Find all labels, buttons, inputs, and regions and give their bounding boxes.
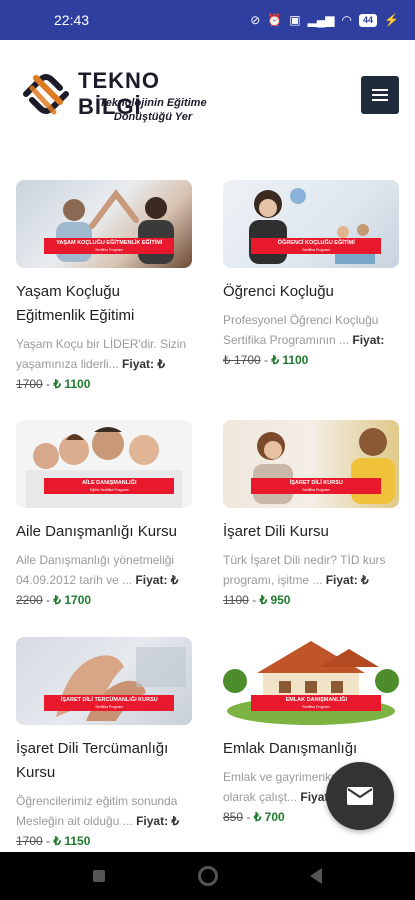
course-price: 1100 - ₺ 950: [223, 593, 291, 607]
course-image[interactable]: YAŞAM KOÇLUĞU EĞİTMENLİK EĞİTİMİ Sertifik…: [16, 180, 192, 268]
course-description: Yaşam Koçu bir LİDER'dir. Sizin yaşamını…: [16, 337, 187, 371]
old-price: ₺ 1700: [223, 353, 261, 367]
system-nav-bar: [0, 852, 415, 900]
course-banner: YAŞAM KOÇLUĞU EĞİTMENLİK EĞİTİMİ Sertifik…: [44, 238, 175, 254]
status-bar: 22:43 ⊘ ⏰ ▣ ▂▄▆ ◠ 44 ⚡: [0, 0, 415, 40]
recents-icon[interactable]: [92, 870, 105, 882]
course-card[interactable]: ÖĞRENCİ KOÇLUĞU EĞİTİMİ Sertifika Program…: [223, 180, 399, 370]
new-price: ₺ 1100: [271, 353, 309, 367]
course-title[interactable]: İşaret Dili Kursu: [223, 520, 399, 544]
home-icon[interactable]: [197, 866, 218, 886]
course-description: Öğrencilerimiz eğitim sonunda Mesleğin a…: [16, 794, 180, 828]
course-banner: ÖĞRENCİ KOÇLUĞU EĞİTİMİ Sertifika Program…: [251, 238, 382, 254]
course-title[interactable]: Yaşam Koçluğu Eğitmenlik Eğitimi: [16, 280, 192, 328]
course-image[interactable]: EMLAK DANIŞMANLIĞI Sertifika Programı: [223, 637, 399, 725]
battery-icon: 44: [359, 13, 378, 27]
course-card[interactable]: İŞARET DİLİ TERCÜMANLIĞI KURSU Sertifika …: [16, 637, 192, 851]
course-image[interactable]: İŞARET DİLİ TERCÜMANLIĞI KURSU Sertifika …: [16, 637, 192, 725]
old-price: 1100: [223, 593, 249, 607]
app-header: TEKNO BİLGİ Teknolojinin Eğitime Dönüştü…: [0, 40, 415, 155]
hamburger-icon: [372, 89, 388, 101]
course-title[interactable]: Emlak Danışmanlığı: [223, 737, 399, 761]
new-price: ₺ 1700: [53, 593, 92, 607]
course-description: Aile Danışmanlığı yönetmeliği 04.09.2012…: [16, 553, 179, 587]
course-title[interactable]: İşaret Dili Tercümanlığı Kursu: [16, 737, 192, 785]
new-price: ₺ 1100: [53, 377, 91, 391]
charging-icon: ⚡: [384, 13, 399, 27]
logo[interactable]: TEKNO BİLGİ Teknolojinin Eğitime Dönüştü…: [20, 66, 230, 134]
signal-icon: ▂▄▆: [307, 13, 335, 27]
course-image[interactable]: AİLE DANIŞMANLIĞI Eğitim Sertifika Progra…: [16, 420, 192, 508]
course-banner: İŞARET DİLİ KURSU Sertifika Programı: [251, 478, 382, 494]
back-icon[interactable]: [310, 868, 323, 884]
course-price: ₺ 1700 - ₺ 1100: [223, 353, 309, 367]
course-title[interactable]: Aile Danışmanlığı Kursu: [16, 520, 192, 544]
menu-button[interactable]: [361, 76, 399, 114]
course-price: 2200 - ₺ 1700: [16, 593, 92, 607]
course-image[interactable]: ÖĞRENCİ KOÇLUĞU EĞİTİMİ Sertifika Program…: [223, 180, 399, 268]
new-price: ₺ 950: [259, 593, 291, 607]
old-price: 1700: [16, 834, 43, 848]
logo-mark-icon: [23, 74, 69, 115]
course-description: Profesyonel Öğrenci Koçluğu Sertifika Pr…: [223, 313, 385, 347]
wifi-icon: ◠: [341, 13, 353, 27]
new-price: ₺ 700: [253, 810, 285, 824]
old-price: 2200: [16, 593, 43, 607]
contact-mail-button[interactable]: [326, 762, 394, 830]
course-title[interactable]: Öğrenci Koçluğu: [223, 280, 399, 304]
new-price: ₺ 1150: [53, 834, 91, 848]
course-price: 1700 - ₺ 1100: [16, 377, 91, 391]
mail-icon: [347, 787, 373, 805]
mute-icon: ⊘: [250, 13, 261, 27]
course-card[interactable]: AİLE DANIŞMANLIĞI Eğitim Sertifika Progra…: [16, 420, 192, 610]
logo-subtitle: Teknolojinin Eğitime Dönüştüğü Yer: [99, 97, 207, 123]
alarm-icon: ⏰: [267, 13, 283, 27]
course-card[interactable]: İŞARET DİLİ KURSU Sertifika Programı İşar…: [223, 420, 399, 610]
status-icons: ⊘ ⏰ ▣ ▂▄▆ ◠ 44 ⚡: [250, 13, 399, 27]
course-card[interactable]: YAŞAM KOÇLUĞU EĞİTMENLİK EĞİTİMİ Sertifik…: [16, 180, 192, 394]
course-banner: EMLAK DANIŞMANLIĞI Sertifika Programı: [251, 695, 382, 711]
status-time: 22:43: [54, 12, 90, 28]
old-price: 1700: [16, 377, 43, 391]
sim-icon: ▣: [289, 13, 301, 27]
course-price: 1700 - ₺ 1150: [16, 834, 91, 848]
course-banner: İŞARET DİLİ TERCÜMANLIĞI KURSU Sertifika …: [44, 695, 175, 711]
old-price: 850: [223, 810, 244, 824]
course-description: Türk İşaret Dili nedir? TİD kurs program…: [223, 553, 386, 587]
course-image[interactable]: İŞARET DİLİ KURSU Sertifika Programı: [223, 420, 399, 508]
course-banner: AİLE DANIŞMANLIĞI Eğitim Sertifika Progra…: [44, 478, 175, 494]
